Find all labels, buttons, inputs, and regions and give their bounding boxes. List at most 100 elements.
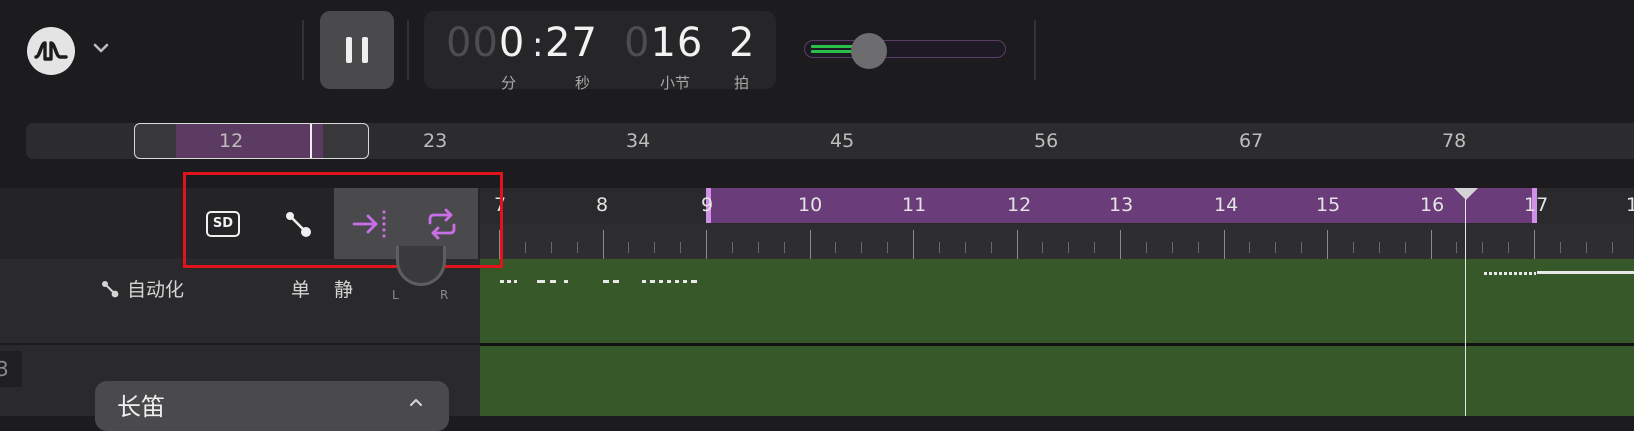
bar-number: 15 — [1316, 194, 1341, 216]
lcd-bar: 016 — [624, 20, 704, 66]
automation-small-icon — [102, 281, 119, 298]
ruler-tick — [1223, 230, 1225, 259]
ruler-tick — [964, 242, 966, 253]
instrument-selector[interactable]: 长笛 — [95, 381, 449, 431]
ruler-tick — [1171, 242, 1173, 253]
app-logo-button[interactable] — [27, 27, 75, 75]
waveform-icon — [34, 41, 68, 61]
ruler-tick — [1197, 242, 1199, 253]
midi-note — [550, 280, 556, 283]
bar-number: 14 — [1214, 194, 1239, 216]
ruler-tick — [731, 242, 733, 253]
overview-label: 78 — [1442, 130, 1467, 152]
overview-label: 67 — [1239, 130, 1264, 152]
lcd-label-min: 分 — [501, 74, 517, 92]
ruler-tick — [1585, 242, 1587, 253]
ruler-tick — [706, 230, 707, 259]
midi-note — [537, 280, 545, 283]
ruler-tick — [1120, 230, 1121, 259]
ruler-tick — [654, 242, 656, 253]
midi-note — [514, 280, 517, 283]
pan-left-label: L — [392, 288, 399, 302]
ruler-tick — [576, 242, 578, 253]
overview-label: 34 — [626, 130, 651, 152]
ruler-tick — [809, 230, 811, 259]
ruler-tick — [602, 230, 604, 259]
midi-note — [507, 280, 511, 283]
ruler-tick — [1042, 242, 1044, 253]
automation-label[interactable]: 自动化 — [127, 279, 184, 301]
bar-number: 1 — [1626, 194, 1634, 216]
ruler-tick — [1378, 242, 1380, 253]
ruler-tick — [938, 242, 940, 253]
ruler-tick — [1534, 230, 1535, 259]
volume-knob[interactable] — [851, 33, 887, 69]
midi-note — [650, 280, 655, 283]
midi-note — [500, 280, 504, 283]
ruler-ticks — [480, 224, 1634, 259]
lcd-label-bar: 小节 — [660, 74, 691, 92]
bar-number: 8 — [596, 194, 609, 216]
ruler-tick — [1016, 230, 1018, 259]
lcd-minutes: 000 — [446, 20, 526, 66]
ruler-tick — [1482, 242, 1484, 253]
lcd-seconds: 27 — [545, 20, 598, 66]
bar-number: 12 — [1007, 194, 1032, 216]
overview-label: 23 — [423, 130, 448, 152]
master-volume-slider[interactable] — [804, 40, 1006, 58]
ruler-tick — [913, 230, 914, 259]
toolbar-divider — [302, 20, 304, 80]
highlight-annotation — [183, 172, 503, 268]
bar-number: 16 — [1420, 194, 1445, 216]
lcd-display[interactable]: 000 : 27 016 2 分 秒 小节 拍 — [424, 11, 776, 92]
ruler-tick — [1611, 242, 1613, 253]
midi-note — [1484, 272, 1536, 275]
lcd-beat: 2 — [729, 20, 756, 66]
midi-note — [613, 280, 619, 283]
ruler-tick — [757, 242, 759, 253]
ruler-tick — [1508, 242, 1510, 253]
track-number: 3 — [0, 351, 22, 387]
instrument-name: 长笛 — [117, 393, 165, 421]
bar-number: 17 — [1524, 194, 1549, 216]
overview-label: 12 — [219, 130, 244, 152]
playhead[interactable] — [1465, 188, 1466, 416]
ruler-tick — [680, 242, 682, 253]
overview-label: 45 — [830, 130, 855, 152]
ruler-tick — [1249, 242, 1251, 253]
ruler-tick — [861, 242, 863, 253]
ruler-tick — [1327, 230, 1328, 259]
midi-note — [675, 280, 679, 283]
ruler-tick — [524, 242, 526, 253]
midi-note — [659, 280, 663, 283]
ruler-tick — [1275, 242, 1277, 253]
ruler-tick — [1430, 230, 1432, 259]
solo-button[interactable]: 单 — [291, 279, 310, 301]
ruler-tick — [783, 242, 785, 253]
mute-button[interactable]: 静 — [334, 279, 353, 301]
midi-note — [564, 280, 568, 283]
ruler-tick — [1404, 242, 1406, 253]
bar-number: 9 — [701, 194, 714, 216]
midi-note — [1537, 271, 1634, 274]
midi-note — [642, 280, 646, 283]
ruler-tick — [835, 242, 837, 253]
ruler-tick — [550, 242, 552, 253]
chevron-down-icon[interactable] — [92, 40, 110, 56]
ruler-tick — [1301, 242, 1303, 253]
pause-icon — [346, 37, 352, 63]
pause-button[interactable] — [320, 11, 394, 89]
bar-number: 10 — [798, 194, 823, 216]
midi-region-automation[interactable] — [480, 259, 1634, 343]
ruler-tick — [990, 242, 992, 253]
ruler-tick — [628, 242, 630, 253]
ruler-tick — [1094, 242, 1096, 253]
ruler-tick — [1145, 242, 1147, 253]
lcd-label-beat: 拍 — [734, 74, 750, 92]
midi-region-flute[interactable] — [480, 346, 1634, 416]
midi-note — [667, 280, 671, 283]
midi-note — [603, 280, 609, 283]
overview-visible-region[interactable] — [134, 123, 369, 159]
playhead-marker[interactable] — [1454, 188, 1478, 200]
ruler-tick — [1456, 242, 1458, 253]
